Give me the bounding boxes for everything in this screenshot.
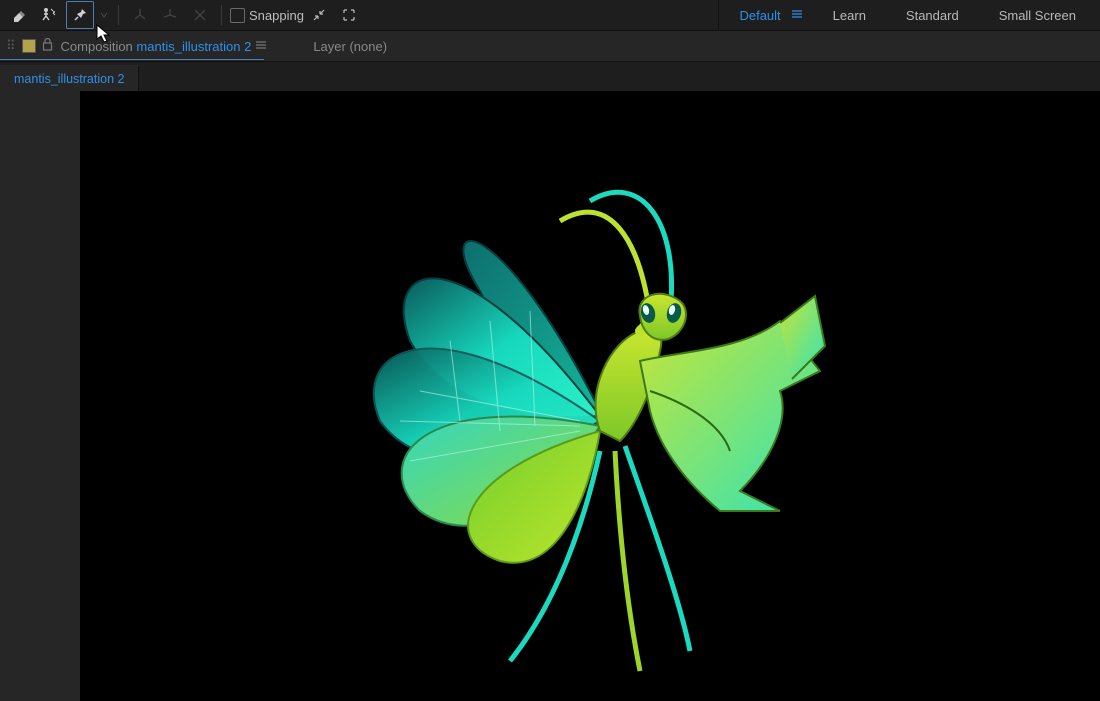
- separator: [118, 5, 119, 25]
- lock-icon[interactable]: [42, 38, 53, 54]
- snap-collapse-button[interactable]: [306, 2, 332, 28]
- workspace-menu-button[interactable]: [791, 8, 803, 23]
- axis-local-icon: [162, 7, 178, 23]
- menu-lines-icon: [791, 8, 803, 20]
- puppet-pin-icon: [41, 7, 57, 23]
- composition-label: Composition: [61, 39, 133, 54]
- snapping-toggle[interactable]: Snapping: [230, 8, 304, 23]
- composition-color-swatch[interactable]: [22, 39, 36, 53]
- axis-view-icon: [192, 7, 208, 23]
- workspace-standard-label: Standard: [906, 8, 959, 23]
- eraser-tool-button[interactable]: [6, 2, 32, 28]
- canvas-left-gutter: [0, 91, 80, 701]
- workspace-standard[interactable]: Standard: [886, 0, 979, 30]
- puppet-pin-tool-button[interactable]: [36, 2, 62, 28]
- menu-lines-icon: [255, 39, 267, 51]
- layer-panel-label[interactable]: Layer (none): [313, 39, 387, 54]
- pin-tool-button[interactable]: [66, 1, 94, 29]
- checkbox-icon: [230, 8, 245, 23]
- workspace-default-label: Default: [739, 8, 780, 23]
- mantis-illustration: [80, 91, 1100, 701]
- snapping-label: Snapping: [249, 8, 304, 23]
- axis-icon: [132, 7, 148, 23]
- snap-expand-button[interactable]: [336, 2, 362, 28]
- workspace-small-screen-label: Small Screen: [999, 8, 1076, 23]
- workspace-learn-label: Learn: [833, 8, 866, 23]
- main-toolbar: Snapping Default Learn Standard Small Sc…: [0, 0, 1100, 31]
- composition-name-link[interactable]: mantis_illustration 2: [136, 39, 251, 54]
- composition-tab-active[interactable]: mantis_illustration 2: [0, 65, 139, 92]
- composition-canvas[interactable]: [80, 91, 1100, 701]
- dropdown-caret[interactable]: [98, 2, 110, 28]
- composition-panel-header: ⠿ Composition mantis_illustration 2 Laye…: [0, 31, 1100, 62]
- chevron-down-icon: [100, 11, 108, 19]
- workspace-switcher: Default Learn Standard Small Screen: [718, 0, 1096, 30]
- panel-drag-dots-icon[interactable]: ⠿: [6, 38, 16, 54]
- workspace-learn[interactable]: Learn: [813, 0, 886, 30]
- active-panel-underline: [0, 59, 264, 60]
- eraser-icon: [11, 7, 27, 23]
- 3d-axis-tool-button[interactable]: [127, 2, 153, 28]
- composition-tab-label: mantis_illustration 2: [14, 72, 124, 86]
- separator: [221, 5, 222, 25]
- composition-tabbar: mantis_illustration 2: [0, 62, 1100, 93]
- workspace-small-screen[interactable]: Small Screen: [979, 0, 1096, 30]
- panel-menu-button[interactable]: [255, 39, 267, 54]
- 3d-view-axis-button[interactable]: [187, 2, 213, 28]
- collapse-arrows-icon: [312, 8, 326, 22]
- pin-icon: [72, 7, 88, 23]
- workspace-default[interactable]: Default: [719, 0, 800, 30]
- expand-corners-icon: [342, 8, 356, 22]
- 3d-local-axis-button[interactable]: [157, 2, 183, 28]
